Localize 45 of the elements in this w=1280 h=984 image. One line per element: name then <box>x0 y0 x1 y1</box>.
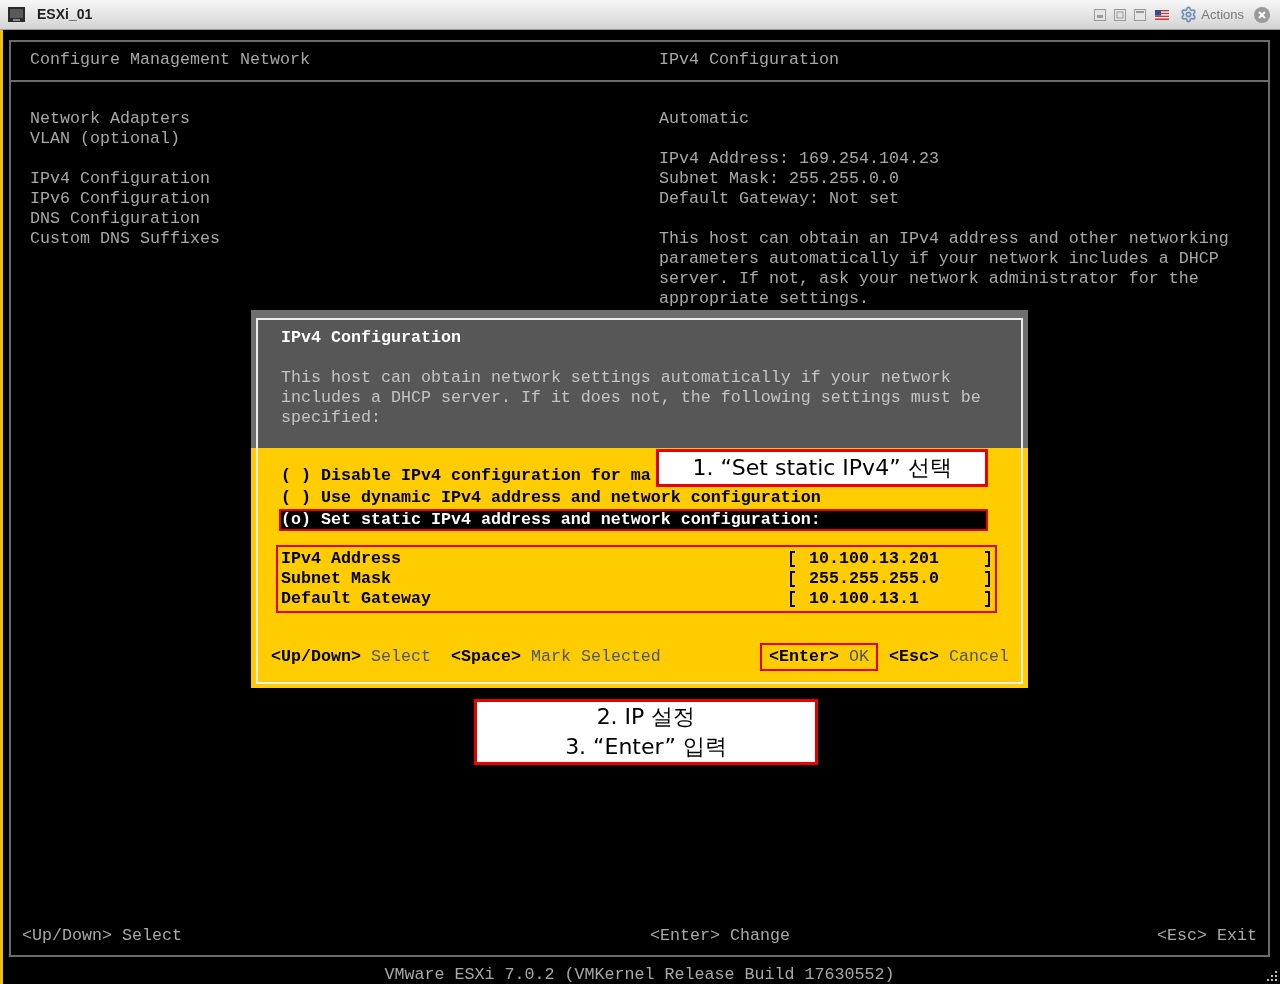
text-field[interactable]: 10.100.13.1 <box>790 590 990 608</box>
key-hint: <Enter> OK <box>760 643 879 671</box>
field-label: Subnet Mask <box>281 569 391 589</box>
menu-item[interactable]: DNS Configuration <box>30 209 200 229</box>
description-text: This host can obtain an IPv4 address and other networking parameters automatically if your network includes a DHCP server. If not, ask your network administrator for the appropriate settings. <box>659 229 1230 309</box>
flag-icon[interactable] <box>1155 9 1170 20</box>
field-label: IPv4 Address <box>281 549 401 569</box>
setting-text: Subnet Mask: 255.255.0.0 <box>659 169 899 189</box>
menu-item[interactable]: IPv6 Configuration <box>30 189 210 209</box>
key-hint: <Enter> Change <box>650 926 790 946</box>
menu-item[interactable]: IPv4 Configuration <box>30 169 210 189</box>
key-hint: <Esc> Exit <box>1157 926 1257 946</box>
dialog-description: This host can obtain network settings automatically if your network includes a DHCP server. If it does not, the following settings must be specified: <box>281 368 982 428</box>
window-icon[interactable] <box>1094 8 1107 21</box>
menu-item[interactable]: Custom DNS Suffixes <box>30 229 220 249</box>
version-text: VMware ESXi 7.0.2 (VMKernel Release Build 17630552) <box>384 966 895 984</box>
window-icon[interactable] <box>1134 8 1147 21</box>
callout-text: 1. “Set static IPv4” 선택 <box>692 454 952 482</box>
menu-item[interactable]: Network Adapters <box>30 109 190 129</box>
status-text: Automatic <box>659 109 749 129</box>
text-field[interactable]: 255.255.255.0 <box>790 570 990 588</box>
screen-title: Configure Management Network <box>30 50 310 71</box>
window-icon[interactable] <box>1114 8 1127 21</box>
setting-text: Default Gateway: Not set <box>659 189 899 209</box>
key-hint: <Up/Down> Select <box>270 646 432 668</box>
window-title: ESXi_01 <box>37 5 93 24</box>
radio-option[interactable]: ( ) Use dynamic IPv4 address and network configuration <box>279 487 821 509</box>
text-field[interactable]: 10.100.13.201 <box>790 550 990 568</box>
detail-title: IPv4 Configuration <box>659 50 839 71</box>
radio-option[interactable]: (o) Set static IPv4 address and network configuration: <box>279 509 988 531</box>
settings-icon <box>1180 6 1198 23</box>
close-icon[interactable] <box>1254 6 1270 23</box>
monitor-icon <box>8 7 25 22</box>
resize-grip-icon[interactable] <box>1266 970 1278 982</box>
actions-button[interactable]: Actions <box>1180 4 1244 25</box>
setting-text: IPv4 Address: 169.254.104.23 <box>659 149 939 169</box>
menu-item[interactable]: VLAN (optional) <box>30 129 180 149</box>
radio-option[interactable]: ( ) Disable IPv4 configuration for ma <box>279 465 651 487</box>
callout-text: 2. IP 설정 <box>596 703 696 731</box>
key-hint: <Space> Mark Selected <box>449 646 662 668</box>
dialog-title: IPv4 Configuration <box>281 328 461 348</box>
field-label: Default Gateway <box>281 589 431 609</box>
key-hint: <Up/Down> Select <box>22 926 182 946</box>
key-hint: <Esc> Cancel <box>888 646 1010 668</box>
callout-text: 3. “Enter” 입력 <box>565 733 727 761</box>
